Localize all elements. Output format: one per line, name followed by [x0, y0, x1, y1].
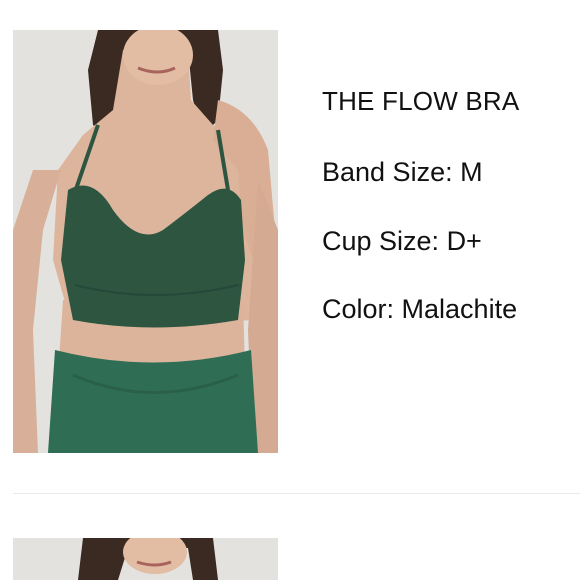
product-details: THE FLOW BRA Band Size: M Cup Size: D+ C…: [322, 84, 572, 324]
product-title[interactable]: THE FLOW BRA: [322, 84, 572, 118]
cup-size-row: Cup Size: D+: [322, 224, 482, 258]
cart-item: THE FLOW BRA Band Size: M Cup Size: D+ C…: [0, 0, 580, 470]
color-row: Color: Malachite: [322, 292, 517, 326]
cup-size-value: D+: [446, 226, 482, 256]
color-value: Malachite: [401, 294, 518, 324]
band-size-row: Band Size: M: [322, 155, 483, 189]
product-image-second[interactable]: [13, 538, 278, 580]
cup-size-label: Cup Size:: [322, 226, 447, 256]
band-size-label: Band Size:: [322, 157, 461, 187]
product-image[interactable]: [13, 30, 278, 453]
band-size-value: M: [460, 157, 483, 187]
item-divider: [13, 493, 580, 494]
color-label: Color:: [322, 294, 402, 324]
